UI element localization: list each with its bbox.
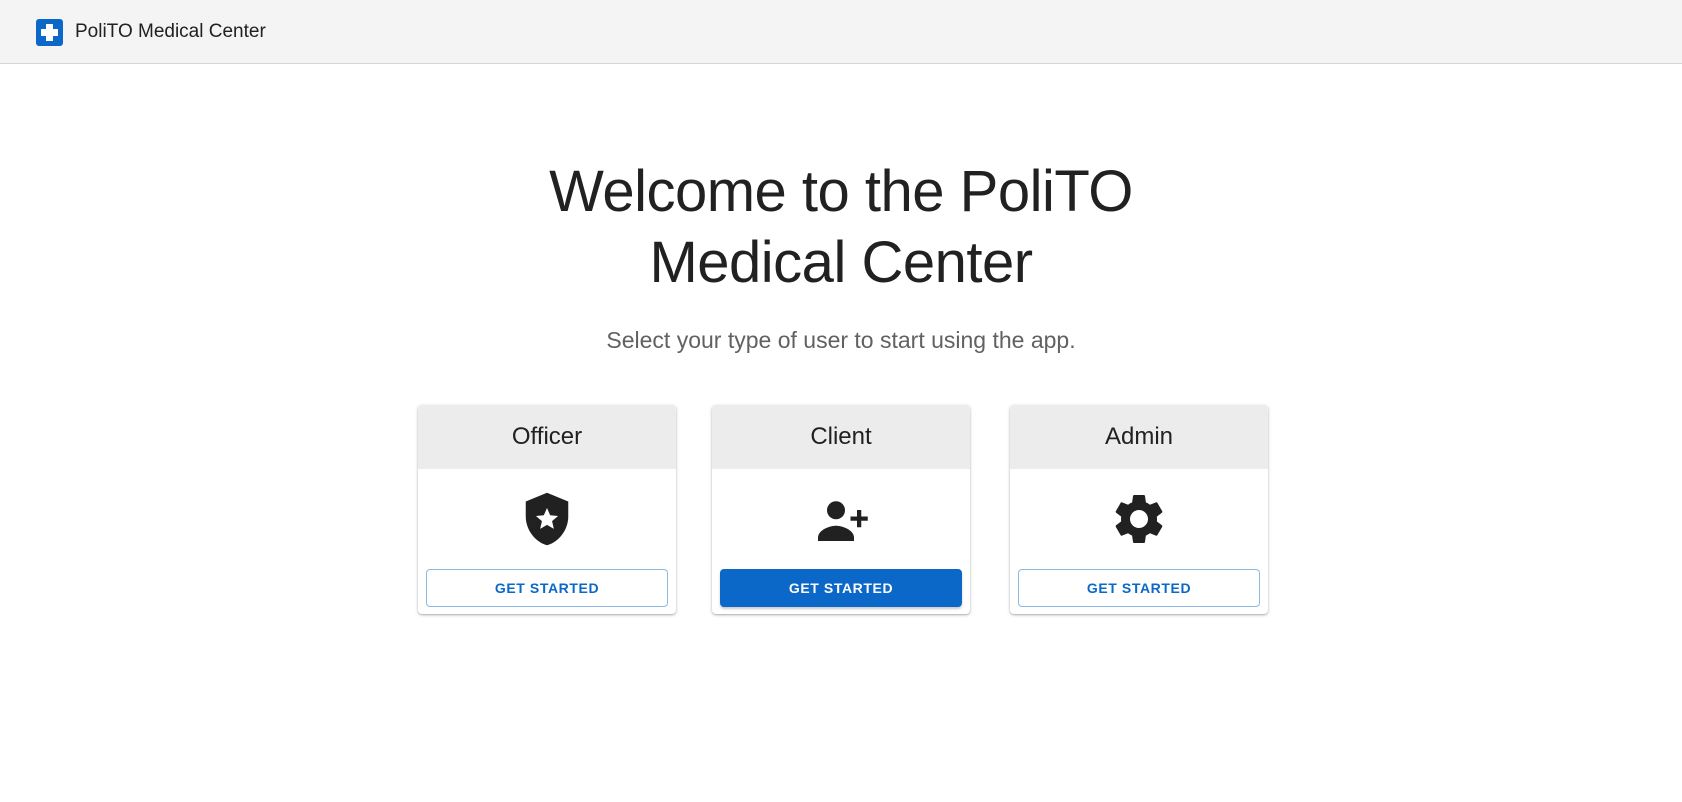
client-card-title: Client <box>712 405 970 469</box>
client-card: Client GET STARTED <box>712 405 970 614</box>
officer-get-started-button[interactable]: GET STARTED <box>426 569 668 607</box>
app-title: PoliTO Medical Center <box>75 21 266 42</box>
admin-get-started-button[interactable]: GET STARTED <box>1018 569 1260 607</box>
page-title: Welcome to the PoliTO Medical Center <box>441 156 1241 298</box>
shield-star-icon <box>525 492 569 546</box>
gear-icon <box>1115 495 1163 543</box>
officer-card: Officer GET STARTED <box>418 405 676 614</box>
officer-card-title: Officer <box>418 405 676 469</box>
person-add-icon <box>818 501 868 541</box>
admin-card-title: Admin <box>1010 405 1268 469</box>
page-subtitle: Select your type of user to start using … <box>606 327 1076 353</box>
medical-cross-icon <box>36 19 63 46</box>
client-get-started-button[interactable]: GET STARTED <box>720 569 962 607</box>
admin-card: Admin GET STARTED <box>1010 405 1268 614</box>
app-bar: PoliTO Medical Center <box>0 0 1682 64</box>
page-title-line-1: Welcome to the PoliTO <box>549 159 1133 224</box>
page-title-line-2: Medical Center <box>649 230 1033 295</box>
